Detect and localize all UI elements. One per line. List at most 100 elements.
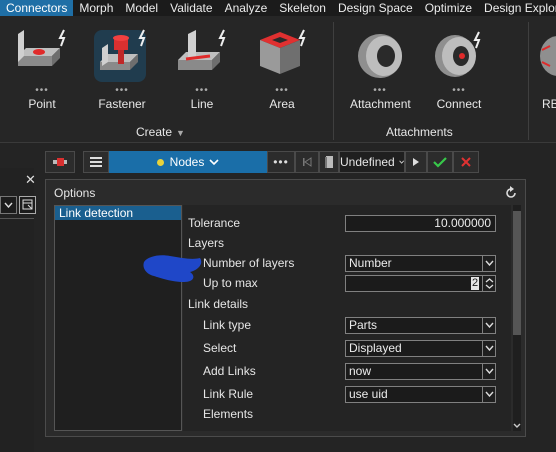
line-label: Line (190, 97, 214, 111)
rbe-spider-icon (536, 26, 556, 84)
spinner-arrows-icon[interactable] (482, 276, 495, 291)
point-tool[interactable]: ••• Point (12, 26, 72, 111)
rbe-tool[interactable]: RB (536, 26, 556, 111)
chevron-down-icon (398, 160, 404, 164)
document-icon (325, 156, 333, 168)
attachment-ring-icon (350, 26, 410, 84)
point-label: Point (28, 97, 56, 111)
area-tool[interactable]: ••• Area (252, 26, 312, 111)
menu-model[interactable]: Model (119, 0, 164, 16)
left-panel-dropdown[interactable] (0, 196, 17, 214)
number-of-layers-row: Number of layers Number (183, 253, 503, 273)
connector-options-icon (53, 158, 67, 166)
first-button[interactable] (295, 151, 319, 173)
menu-analyze[interactable]: Analyze (219, 0, 274, 16)
attachment-tool[interactable]: ••• Attachment (350, 26, 411, 111)
tolerance-input[interactable]: 10.000000 (345, 215, 496, 232)
options-category-list: Link detection (54, 205, 182, 431)
menu-skeleton[interactable]: Skeleton (273, 0, 332, 16)
select-row: Select Displayed (183, 338, 503, 358)
rbe-label: RB (542, 97, 556, 111)
select-select[interactable]: Displayed (345, 340, 496, 357)
proceed-button[interactable] (405, 151, 427, 173)
elements-label: Elements (203, 407, 254, 421)
menu-optimize[interactable]: Optimize (419, 0, 478, 16)
fastener-icon (92, 26, 152, 84)
close-icon[interactable]: ✕ (25, 172, 36, 188)
link-rule-select[interactable]: use uid (345, 386, 496, 403)
list-item-link-detection[interactable]: Link detection (55, 206, 181, 220)
number-of-layers-label: Number of layers (203, 256, 295, 270)
panel-view-icon (22, 199, 33, 210)
ribbon-group-separator (528, 22, 529, 140)
chevron-down-icon[interactable] (482, 341, 495, 356)
menu-button[interactable] (83, 151, 109, 173)
up-to-max-row: Up to max 2 (183, 273, 503, 293)
attachments-group-label: Attachments (386, 125, 453, 139)
scrollbar-thumb[interactable] (513, 211, 521, 335)
menu-morph[interactable]: Morph (73, 0, 119, 16)
link-details-row: Link details (183, 294, 503, 314)
line-tool[interactable]: ••• Line (172, 26, 232, 111)
chevron-down-icon (209, 158, 219, 165)
chevron-down-icon (513, 423, 521, 428)
options-scrollbar[interactable] (513, 205, 521, 431)
connect-ring-icon (429, 26, 489, 84)
point-connector-icon (12, 26, 72, 84)
annotation-scribble (143, 255, 202, 282)
fastener-tool[interactable]: ••• Fastener (92, 26, 152, 111)
elements-row: Elements (183, 404, 503, 424)
menu-bar: Connectors Morph Model Validate Analyze … (0, 0, 556, 16)
number-of-layers-select[interactable]: Number (345, 255, 496, 272)
chevron-down-icon[interactable] (482, 256, 495, 271)
link-type-label: Link type (203, 318, 252, 332)
area-connector-icon (252, 26, 312, 84)
create-group-label[interactable]: Create ▼ (136, 125, 185, 139)
entity-selector[interactable]: Nodes (109, 151, 267, 173)
close-icon (461, 157, 471, 167)
state-icon-button[interactable] (319, 151, 339, 173)
link-rule-row: Link Rule use uid (183, 384, 503, 404)
cancel-button[interactable] (453, 151, 479, 173)
reset-icon[interactable] (504, 186, 518, 200)
chevron-down-icon[interactable] (482, 364, 495, 379)
connect-label: Connect (436, 97, 482, 111)
tool-options-button[interactable] (45, 151, 75, 173)
up-to-max-spinbox[interactable]: 2 (345, 275, 496, 292)
ellipsis-icon: ••• (273, 155, 289, 169)
more-options-button[interactable]: ••• (267, 151, 295, 173)
entity-selector-label: Nodes (169, 155, 205, 169)
menu-design-explorer[interactable]: Design Explorer (478, 0, 556, 16)
number-of-layers-value: Number (349, 256, 392, 270)
skip-back-icon (303, 157, 312, 167)
left-panel-view-button[interactable] (19, 196, 36, 214)
options-dialog: Options Link detection Tolerance 10.0000… (45, 179, 526, 437)
link-type-value: Parts (349, 318, 378, 332)
link-rule-value: use uid (349, 387, 388, 401)
menu-design-space[interactable]: Design Space (332, 0, 419, 16)
link-details-heading: Link details (188, 297, 249, 311)
up-to-max-label: Up to max (203, 276, 258, 290)
chevron-down-icon[interactable] (482, 318, 495, 333)
state-dropdown[interactable]: Undefined (339, 151, 405, 173)
menu-connectors[interactable]: Connectors (0, 0, 74, 16)
add-links-select[interactable]: now (345, 363, 496, 380)
area-label: Area (269, 97, 295, 111)
add-links-row: Add Links now (183, 361, 503, 381)
tolerance-row: Tolerance 10.000000 (183, 213, 503, 233)
link-type-row: Link type Parts (183, 315, 503, 335)
entity-toolbar: Nodes ••• Undefined (45, 151, 507, 173)
hamburger-icon (90, 157, 102, 167)
link-type-select[interactable]: Parts (345, 317, 496, 334)
connect-tool[interactable]: ••• Connect (429, 26, 489, 111)
create-group-label-text: Create (136, 125, 173, 139)
menu-validate[interactable]: Validate (164, 0, 218, 16)
play-icon (413, 158, 419, 166)
app-window: Connectors Morph Model Validate Analyze … (0, 0, 556, 452)
add-links-label: Add Links (203, 364, 256, 378)
link-rule-label: Link Rule (203, 387, 254, 401)
chevron-down-icon[interactable] (482, 387, 495, 402)
fastener-label: Fastener (98, 97, 146, 111)
apply-button[interactable] (427, 151, 453, 173)
state-dropdown-value: Undefined (340, 155, 395, 169)
